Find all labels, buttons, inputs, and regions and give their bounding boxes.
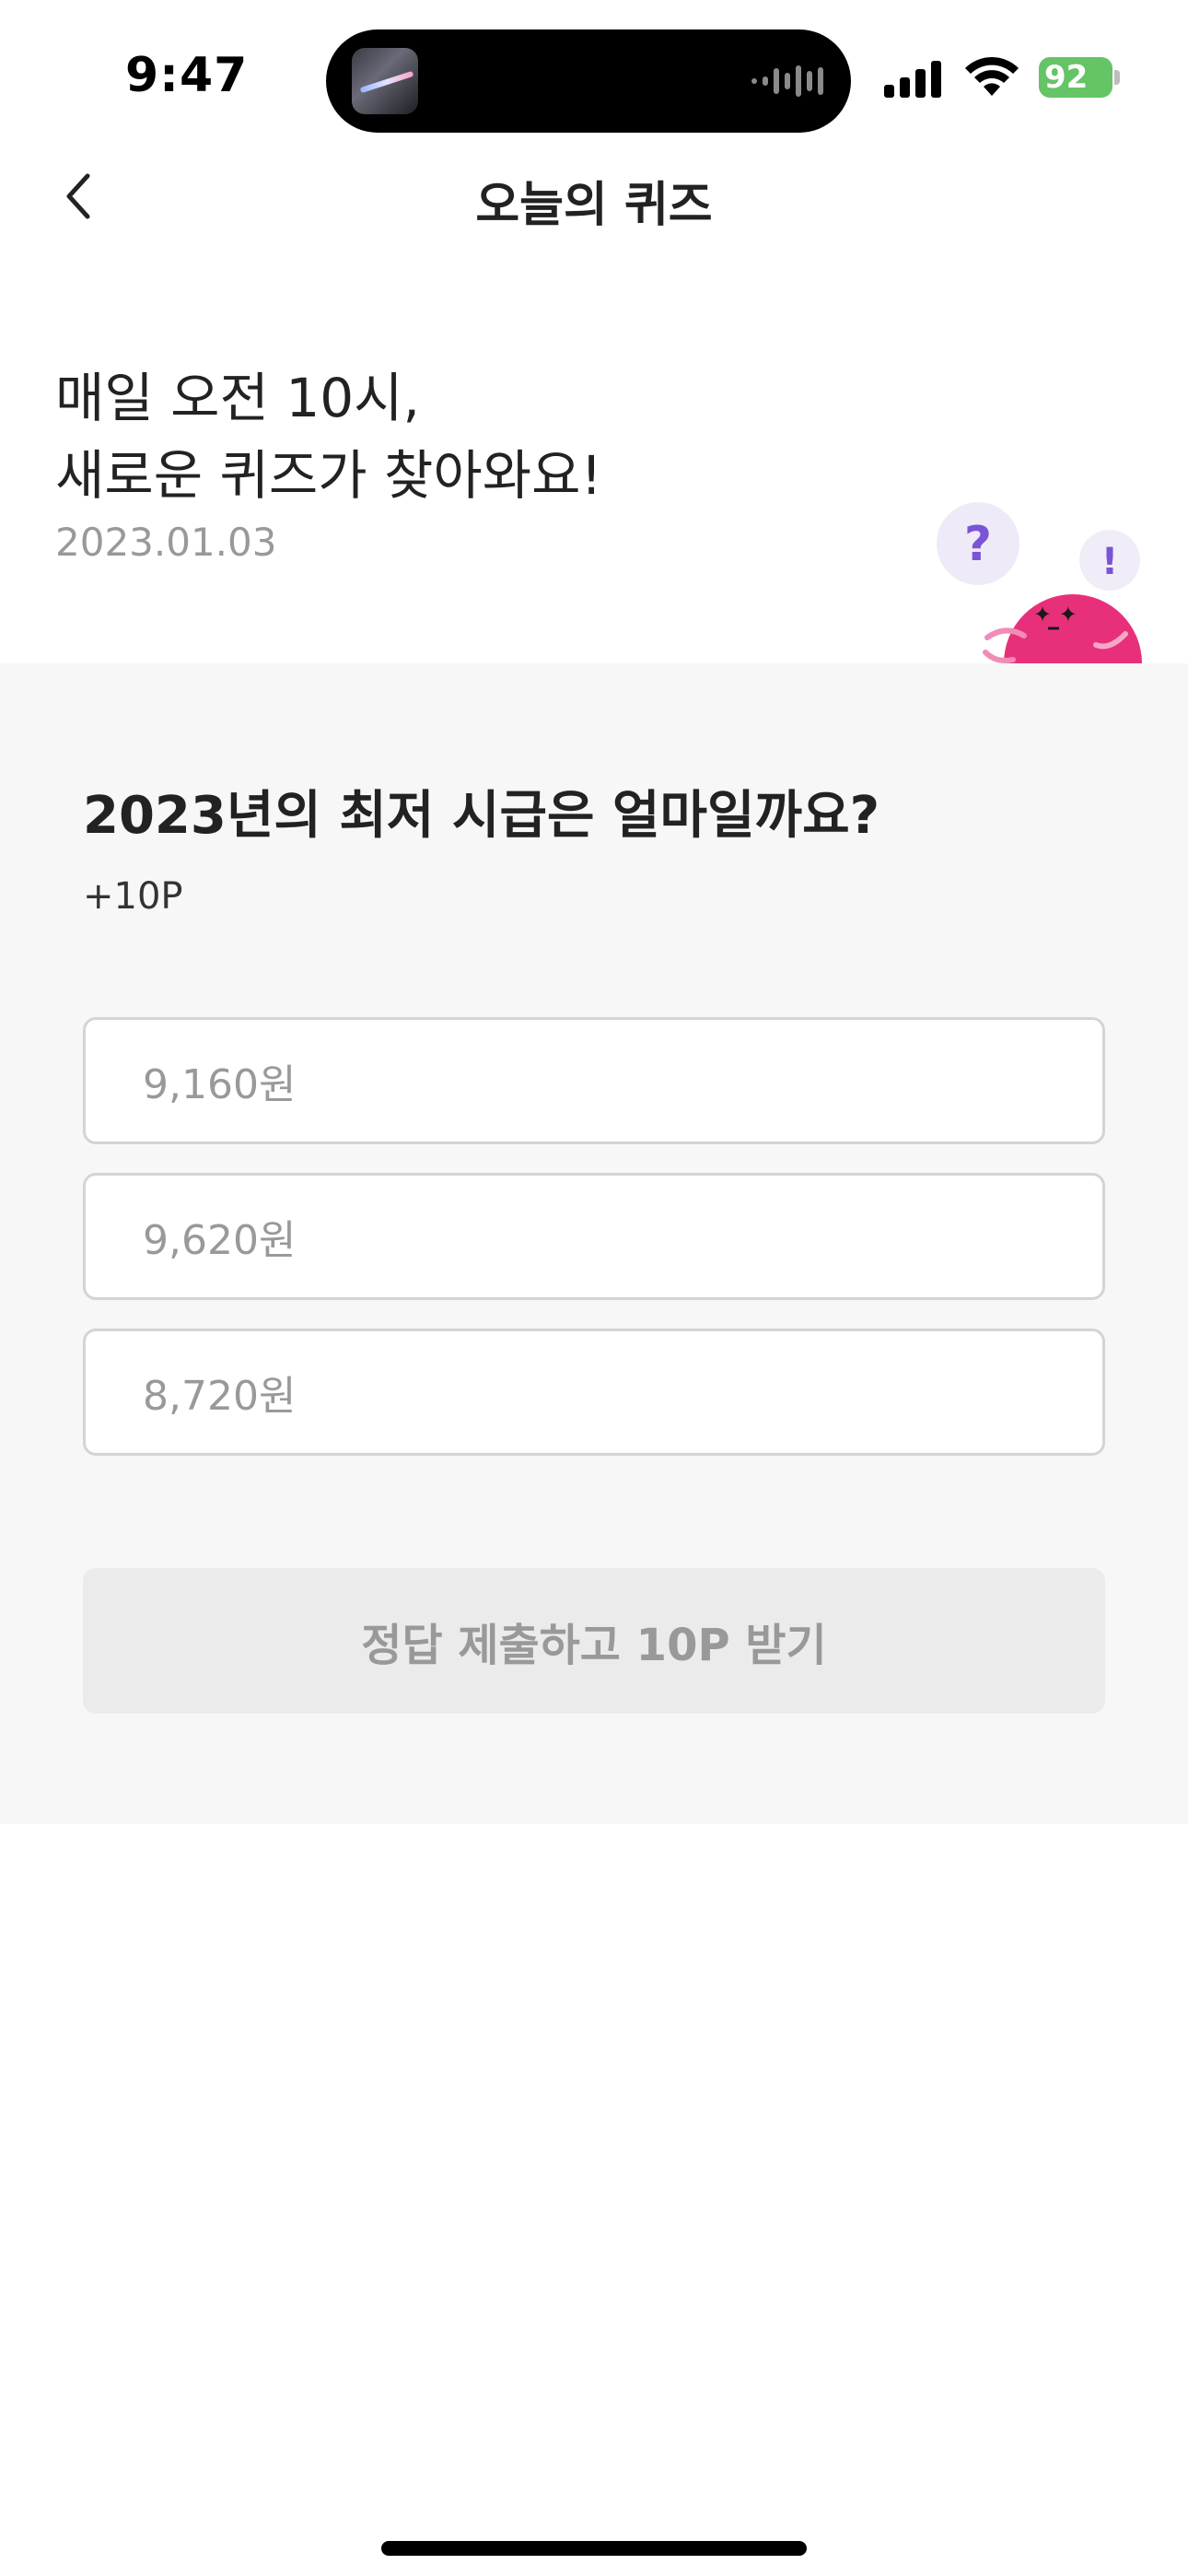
submit-answer-button[interactable]: 정답 제출하고 10P 받기 bbox=[83, 1568, 1105, 1714]
status-bar: 9:47 92 bbox=[0, 0, 1188, 138]
quiz-points: +10P bbox=[83, 875, 183, 918]
quiz-question: 2023년의 최저 시급은 얼마일까요? bbox=[83, 786, 880, 846]
dynamic-island[interactable] bbox=[326, 29, 851, 133]
cellular-signal-icon bbox=[884, 59, 941, 98]
battery-icon: 92 bbox=[1039, 57, 1120, 98]
navigation-header: 오늘의 퀴즈 bbox=[0, 147, 1188, 249]
question-mark: ? bbox=[964, 517, 992, 572]
intro-line-1: 매일 오전 10시, bbox=[55, 367, 420, 429]
now-playing-artwork bbox=[352, 48, 418, 114]
mascot-illustration: ? ! ✦ ✦ bbox=[937, 502, 1142, 663]
quiz-section: 2023년의 최저 시급은 얼마일까요? +10P 9,160원 9,620원 … bbox=[0, 663, 1188, 1824]
wifi-icon bbox=[965, 56, 1019, 96]
screen: 9:47 92 오늘의 퀴즈 매일 오전 10시, 새로운 퀴즈가 찾아와요! … bbox=[0, 0, 1188, 2576]
exclamation-mark: ! bbox=[1101, 541, 1118, 583]
audio-waveform-icon bbox=[751, 63, 823, 100]
answer-option-3[interactable]: 8,720원 bbox=[83, 1329, 1105, 1456]
status-time: 9:47 bbox=[125, 48, 249, 103]
quiz-date: 2023.01.03 bbox=[55, 520, 277, 565]
intro-line-2: 새로운 퀴즈가 찾아와요! bbox=[55, 444, 602, 507]
answer-option-2[interactable]: 9,620원 bbox=[83, 1173, 1105, 1300]
page-title: 오늘의 퀴즈 bbox=[475, 178, 713, 233]
home-indicator[interactable] bbox=[381, 2541, 807, 2556]
svg-text:✦ ✦: ✦ ✦ bbox=[1033, 602, 1077, 627]
quiz-intro: 매일 오전 10시, 새로운 퀴즈가 찾아와요! 2023.01.03 bbox=[55, 359, 602, 565]
answer-option-1[interactable]: 9,160원 bbox=[83, 1017, 1105, 1144]
battery-level: 92 bbox=[1039, 57, 1112, 98]
